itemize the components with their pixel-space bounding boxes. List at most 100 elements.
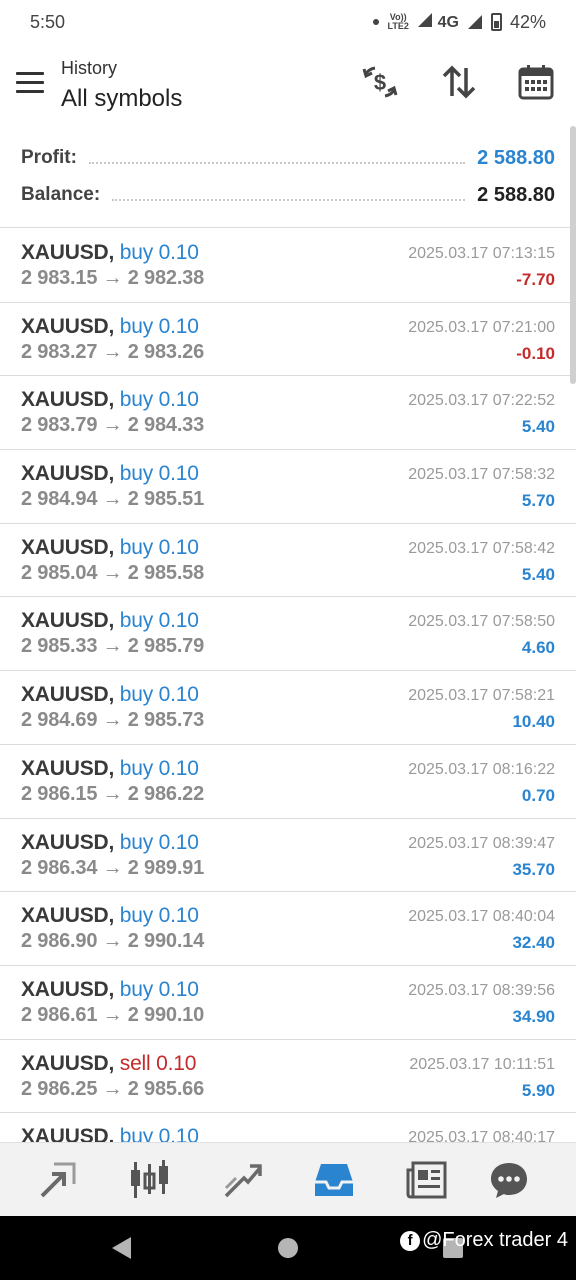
trade-symbol: XAUUSD, buy 0.10 (21, 977, 199, 1001)
trade-time: 2025.03.17 07:58:42 (408, 539, 555, 557)
trade-prices: 2 983.27 → 2 983.26 (21, 340, 205, 363)
trade-symbol: XAUUSD, buy 0.10 (21, 1125, 199, 1142)
trade-symbol: XAUUSD, buy 0.10 (21, 314, 199, 338)
trade-symbol: XAUUSD, buy 0.10 (21, 756, 199, 780)
trade-symbol: XAUUSD, buy 0.10 (21, 462, 199, 486)
trade-prices: 2 985.33 → 2 985.79 (21, 635, 205, 658)
trade-row[interactable]: XAUUSD, buy 0.10 2 984.69 → 2 985.73 2025.… (0, 671, 576, 745)
status-indicators: Vo)) LTE2 4G 42% (373, 12, 546, 33)
balance-label: Balance: (21, 184, 101, 205)
trade-side: buy 0.10 (119, 388, 199, 412)
trade-row[interactable]: XAUUSD, buy 0.10 2025.03.17 08:40:17 (0, 1113, 576, 1142)
trade-prices: 2 986.25 → 2 985.66 (21, 1077, 205, 1100)
profit-label: Profit: (21, 147, 77, 168)
trade-row[interactable]: XAUUSD, sell 0.10 2 986.25 → 2 985.66 2025… (0, 1040, 576, 1114)
trade-row[interactable]: XAUUSD, buy 0.10 2 983.79 → 2 984.33 2025.… (0, 376, 576, 451)
trade-time: 2025.03.17 08:40:04 (408, 908, 555, 926)
home-icon[interactable] (277, 1237, 299, 1264)
trade-prices: 2 983.15 → 2 982.38 (21, 267, 205, 289)
trade-symbol: XAUUSD, buy 0.10 (21, 904, 199, 928)
trade-row[interactable]: XAUUSD, buy 0.10 2 986.34 → 2 989.91 2025.… (0, 819, 576, 893)
trade-profit: 4.60 (521, 638, 555, 658)
trade-side: buy 0.10 (119, 683, 199, 707)
trade-profit: 35.70 (512, 859, 555, 879)
trade-symbol: XAUUSD, buy 0.10 (21, 609, 199, 633)
trade-time: 2025.03.17 08:39:56 (408, 981, 555, 999)
trade-side: buy 0.10 (119, 977, 199, 1001)
trade-profit: 5.70 (521, 491, 555, 511)
trade-side: buy 0.10 (119, 535, 199, 559)
trade-side: buy 0.10 (119, 830, 199, 854)
trade-time: 2025.03.17 08:40:17 (408, 1129, 555, 1142)
trade-time: 2025.03.17 08:39:47 (408, 834, 555, 852)
trade-row[interactable]: XAUUSD, buy 0.10 2 986.15 → 2 986.22 2025.… (0, 745, 576, 819)
trade-icon[interactable] (217, 1155, 267, 1205)
trade-history-list[interactable]: XAUUSD, buy 0.10 2 983.15 → 2 982.38 2025.… (0, 229, 576, 1142)
trade-symbol: XAUUSD, buy 0.10 (21, 535, 199, 559)
facebook-icon: f (400, 1230, 421, 1251)
trade-time: 2025.03.17 07:58:50 (408, 613, 555, 631)
trade-time: 2025.03.17 10:11:51 (409, 1055, 555, 1073)
trade-profit: 5.90 (521, 1080, 555, 1100)
trade-profit: 5.40 (521, 564, 555, 584)
trade-side: buy 0.10 (119, 462, 199, 486)
trade-side: sell 0.10 (119, 1051, 197, 1075)
status-time: 5:50 (30, 11, 66, 32)
page-subtitle: History (61, 58, 118, 78)
back-icon[interactable] (110, 1236, 132, 1265)
app-bar: History All symbols $ (0, 50, 576, 120)
battery-percent: 42% (509, 11, 546, 32)
notification-dot-icon (373, 19, 380, 25)
trade-row[interactable]: XAUUSD, buy 0.10 2 985.33 → 2 985.79 2025.… (0, 597, 576, 672)
trade-prices: 2 986.15 → 2 986.22 (21, 782, 205, 805)
trade-prices: 2 986.90 → 2 990.14 (21, 930, 205, 953)
trade-prices: 2 986.61 → 2 990.10 (21, 1003, 205, 1026)
trade-row[interactable]: XAUUSD, buy 0.10 2 983.15 → 2 982.38 2025.… (0, 229, 576, 303)
calendar-icon[interactable] (516, 62, 556, 102)
status-bar: 5:50 Vo)) LTE2 4G 42% (0, 0, 576, 44)
trade-side: buy 0.10 (119, 1125, 199, 1142)
signal-icon (418, 12, 433, 27)
trade-symbol: XAUUSD, buy 0.10 (21, 388, 199, 412)
trade-row[interactable]: XAUUSD, buy 0.10 2 983.27 → 2 983.26 2025.… (0, 303, 576, 377)
trade-symbol: XAUUSD, buy 0.10 (21, 830, 199, 854)
trade-profit: -7.70 (516, 270, 555, 289)
news-icon[interactable] (401, 1155, 451, 1205)
battery-icon (490, 13, 502, 31)
trade-time: 2025.03.17 07:58:21 (408, 687, 555, 705)
sort-icon[interactable] (439, 62, 479, 102)
watermark: f @Forex trader 4 (400, 1229, 568, 1252)
trade-profit: -0.10 (516, 343, 555, 363)
trade-row[interactable]: XAUUSD, buy 0.10 2 985.04 → 2 985.58 2025.… (0, 524, 576, 598)
currency-exchange-icon[interactable]: $ (360, 62, 400, 102)
quotes-icon[interactable] (33, 1155, 83, 1205)
dotted-leader (88, 162, 466, 164)
history-icon[interactable] (309, 1155, 359, 1205)
trade-side: buy 0.10 (119, 756, 199, 780)
trade-row[interactable]: XAUUSD, buy 0.10 2 984.94 → 2 985.51 2025.… (0, 450, 576, 524)
chat-icon[interactable] (484, 1155, 534, 1205)
trade-time: 2025.03.17 08:16:22 (408, 760, 555, 778)
volte-icon: Vo)) LTE2 (387, 12, 409, 31)
scrollbar[interactable] (570, 126, 576, 384)
account-summary: Profit: 2 588.80 Balance: 2 588.80 (0, 140, 576, 228)
trade-time: 2025.03.17 07:22:52 (408, 392, 555, 410)
trade-row[interactable]: XAUUSD, buy 0.10 2 986.90 → 2 990.14 2025.… (0, 892, 576, 966)
trade-prices: 2 984.69 → 2 985.73 (21, 709, 205, 732)
trade-time: 2025.03.17 07:13:15 (408, 245, 555, 262)
dotted-leader (112, 199, 466, 201)
trade-row[interactable]: XAUUSD, buy 0.10 2 986.61 → 2 990.10 2025.… (0, 966, 576, 1040)
trade-side: buy 0.10 (119, 609, 199, 633)
trade-time: 2025.03.17 07:58:32 (408, 466, 555, 484)
trade-symbol: XAUUSD, buy 0.10 (21, 241, 199, 264)
chart-icon[interactable] (125, 1155, 175, 1205)
profit-row: Profit: 2 588.80 (21, 143, 555, 173)
trade-side: buy 0.10 (119, 314, 199, 338)
menu-icon[interactable] (16, 72, 44, 94)
page-title[interactable]: All symbols (61, 85, 182, 113)
svg-text:$: $ (374, 70, 386, 95)
network-type: 4G (417, 12, 459, 32)
trade-time: 2025.03.17 07:21:00 (408, 318, 555, 336)
trade-profit: 10.40 (512, 712, 555, 732)
trade-profit: 32.40 (512, 933, 555, 953)
